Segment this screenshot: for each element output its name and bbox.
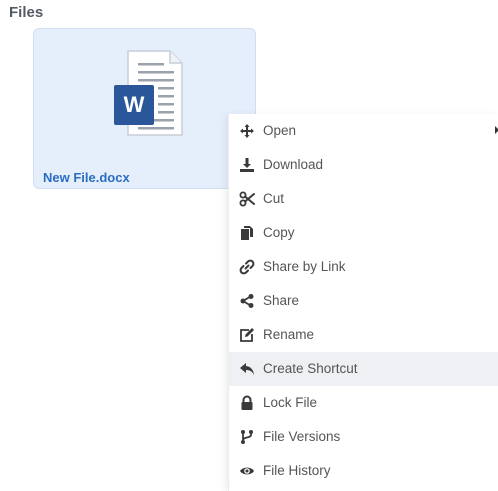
copy-icon	[241, 226, 253, 240]
menu-item-label: Share	[263, 293, 300, 308]
menu-item-label: Copy	[263, 225, 295, 240]
word-document-icon: W	[114, 50, 183, 136]
menu-item-rename[interactable]: Rename	[229, 318, 498, 352]
download-icon	[240, 158, 254, 172]
move-arrows-icon	[240, 124, 254, 138]
menu-item-label: Rename	[263, 327, 315, 342]
menu-item-file-versions[interactable]: File Versions	[229, 420, 498, 454]
menu-item-share[interactable]: Share	[229, 284, 498, 318]
menu-item-label: File Versions	[263, 429, 341, 444]
file-name[interactable]: New File.docx	[43, 170, 130, 185]
menu-item-file-history[interactable]: File History	[229, 454, 498, 488]
menu-item-label: File History	[263, 463, 331, 478]
menu-item-label: Create Shortcut	[263, 361, 358, 376]
share-icon	[240, 294, 254, 308]
menu-item-label: Download	[263, 157, 324, 172]
branch-icon	[241, 430, 253, 444]
edit-icon	[240, 328, 254, 342]
menu-item-label: Cut	[263, 191, 285, 206]
file-card[interactable]: W New File.docx	[33, 28, 256, 189]
svg-text:W: W	[124, 92, 145, 117]
menu-item-open[interactable]: Open	[229, 114, 498, 148]
menu-item-cut[interactable]: Cut	[229, 182, 498, 216]
menu-item-copy[interactable]: Copy	[229, 216, 498, 250]
menu-item-label: Lock File	[263, 395, 318, 410]
menu-item-lock-file[interactable]: Lock File	[229, 386, 498, 420]
context-menu: Open Download Cut Copy Share by Link Sha…	[228, 114, 498, 491]
eye-icon	[240, 467, 254, 475]
scissors-icon	[239, 191, 255, 207]
link-icon	[239, 259, 255, 275]
menu-item-download[interactable]: Download	[229, 148, 498, 182]
section-title: Files	[9, 4, 44, 21]
menu-item-share-by-link[interactable]: Share by Link	[229, 250, 498, 284]
menu-item-label: Share by Link	[263, 259, 346, 274]
reply-arrow-icon	[240, 363, 254, 375]
menu-item-create-shortcut[interactable]: Create Shortcut	[229, 352, 498, 386]
lock-icon	[241, 395, 253, 410]
menu-item-label: Open	[263, 123, 297, 138]
